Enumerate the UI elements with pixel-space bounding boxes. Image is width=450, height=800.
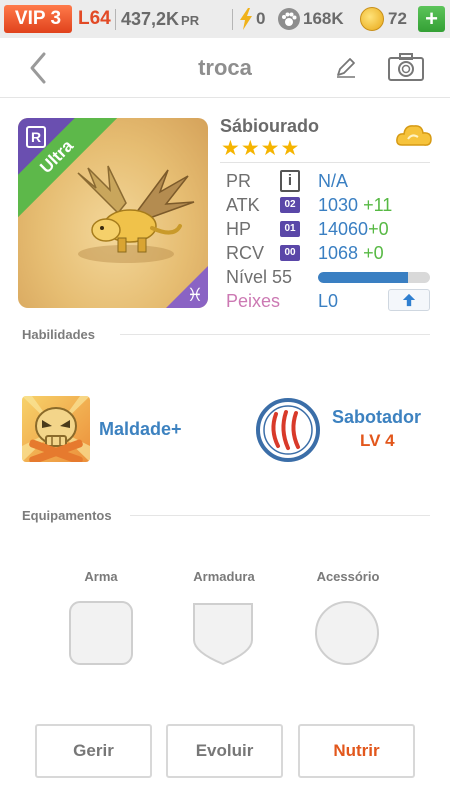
stat-value-group: 1030 +11 (318, 193, 392, 217)
pet-name: Sábiourado (220, 116, 320, 136)
camera-icon[interactable] (387, 52, 425, 82)
manage-button[interactable]: Gerir (35, 724, 152, 778)
power-unit: PR (181, 13, 200, 28)
stat-bonus: +11 (363, 195, 393, 215)
status-divider (115, 9, 116, 30)
coin-icon (360, 7, 384, 31)
fish-upgrade-button[interactable] (388, 289, 430, 311)
vip-badge[interactable]: VIP 3 (4, 5, 72, 33)
claw-marks-icon[interactable] (256, 398, 320, 462)
page-title: troca (198, 55, 252, 80)
page-header: troca (0, 38, 450, 98)
equipment-section-title: Equipamentos (22, 508, 112, 523)
name-divider (220, 162, 430, 163)
feed-button[interactable]: Nutrir (298, 724, 415, 778)
armor-label: Armadura (193, 569, 255, 584)
skill-name[interactable]: Maldade+ (99, 419, 182, 440)
stat-value-group: 1068 +0 (318, 241, 384, 265)
level-label: Nível 55 (226, 267, 293, 287)
power-display: 437,2K PR (121, 7, 199, 33)
stat-row-rcv: RCV 00 1068 +0 (226, 241, 436, 265)
status-divider (232, 9, 233, 30)
energy-value: 0 (256, 9, 266, 28)
paw-value: 168K (303, 9, 344, 28)
stat-tag: 01 (280, 221, 300, 237)
accessory-label: Acessório (316, 569, 380, 584)
xp-progress-bar (318, 272, 430, 283)
dragon-image (77, 165, 195, 263)
skull-icon[interactable] (22, 396, 90, 462)
pet-portrait[interactable]: Ultra R ♓ (18, 118, 208, 308)
fish-label: Peixes (226, 291, 281, 311)
stat-label: ATK (226, 195, 260, 215)
evolve-button[interactable]: Evoluir (166, 724, 283, 778)
stat-value: 1068 (318, 243, 359, 263)
xp-progress-fill (318, 272, 408, 283)
star-rating: ★★★★ (221, 137, 301, 160)
stat-row-hp: HP 01 14060+0 (226, 217, 436, 241)
lightning-icon (240, 8, 252, 30)
section-divider (130, 515, 430, 516)
stat-row-level: Nível 55 (226, 265, 436, 289)
stat-label: PR (226, 171, 252, 191)
weapon-label: Arma (84, 569, 118, 584)
stat-value-group: 14060+0 (318, 217, 389, 241)
fish-value: L0 (318, 291, 339, 311)
skill-level: LV 4 (360, 431, 395, 450)
skills-section-title: Habilidades (22, 327, 95, 342)
pencil-icon[interactable] (334, 55, 358, 79)
stat-row-fish: Peixes L0 (226, 289, 436, 313)
coin-value: 72 (388, 9, 407, 28)
skill-name[interactable]: Sabotador (332, 407, 421, 428)
paw-icon (278, 8, 300, 30)
stat-bonus: +0 (368, 219, 389, 239)
arrow-up-icon (402, 293, 416, 307)
section-divider (120, 334, 430, 335)
stat-bonus: +0 (363, 243, 384, 263)
stat-value: 1030 (318, 195, 359, 215)
stat-tag: 00 (280, 245, 300, 261)
stat-label: HP (226, 219, 252, 239)
add-currency-button[interactable]: + (418, 6, 445, 32)
rarity-badge: R (26, 126, 46, 148)
stat-row-pr: PR i N/A (226, 169, 436, 193)
cloud-icon[interactable] (394, 119, 434, 153)
stat-row-atk: ATK 02 1030 +11 (226, 193, 436, 217)
status-bar: VIP 3 L64 437,2K PR 0 168K 72 + (0, 0, 450, 38)
player-level: L64 (78, 8, 111, 29)
stat-value: N/A (318, 171, 349, 191)
stat-tag: 02 (280, 197, 300, 213)
stat-label: RCV (226, 243, 265, 263)
armor-slot[interactable] (190, 600, 256, 666)
pisces-icon: ♓ (186, 285, 203, 305)
accessory-slot[interactable] (314, 600, 380, 666)
weapon-slot[interactable] (68, 600, 134, 666)
power-value: 437,2K (121, 9, 180, 29)
info-icon[interactable]: i (280, 170, 300, 192)
stat-value: 14060 (318, 219, 369, 239)
